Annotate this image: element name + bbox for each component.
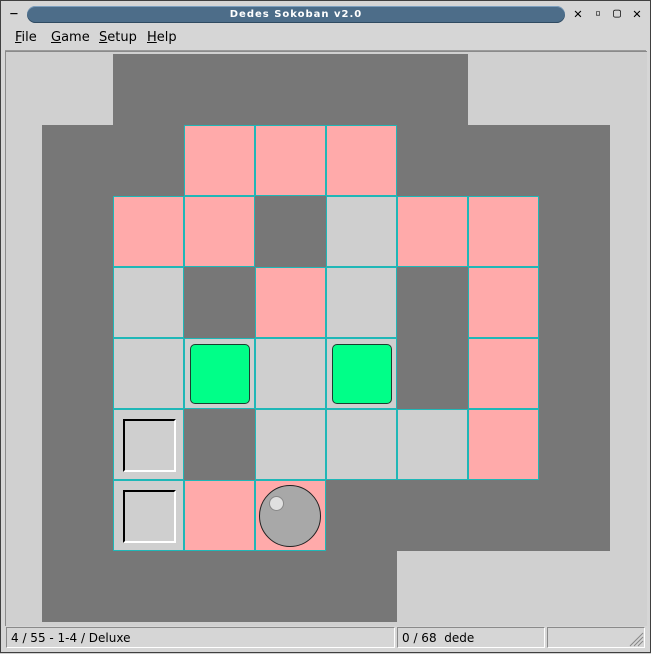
wall-tile — [255, 551, 326, 622]
wall-tile — [397, 267, 468, 338]
goal-tile[interactable] — [255, 125, 326, 196]
wall-tile — [539, 125, 610, 196]
wall-tile — [184, 409, 255, 480]
wall-tile — [255, 196, 326, 267]
floor-tile[interactable] — [397, 409, 468, 480]
wall-tile — [539, 409, 610, 480]
status-empty — [547, 627, 645, 648]
wall-tile — [326, 551, 397, 622]
status-level: 4 / 55 - 1-4 / Deluxe — [6, 627, 395, 648]
wall-tile — [397, 480, 468, 551]
goal-tile[interactable] — [468, 409, 539, 480]
socket-marker — [123, 490, 176, 543]
floor-tile[interactable] — [113, 338, 184, 409]
wall-tile — [184, 54, 255, 125]
status-moves-count: 0 / 68 — [402, 631, 437, 645]
goal-tile[interactable] — [397, 196, 468, 267]
wall-tile — [539, 267, 610, 338]
goal-tile[interactable] — [468, 338, 539, 409]
wall-tile — [326, 54, 397, 125]
wall-tile — [397, 125, 468, 196]
floor-tile[interactable] — [326, 409, 397, 480]
goal-tile[interactable] — [184, 196, 255, 267]
status-bar: 4 / 55 - 1-4 / Deluxe 0 / 68 dede — [5, 626, 646, 650]
wall-tile — [539, 196, 610, 267]
goal-tile[interactable] — [184, 125, 255, 196]
sokoban-board[interactable] — [1, 1, 651, 654]
goal-tile[interactable] — [468, 196, 539, 267]
wall-tile — [42, 267, 113, 338]
floor-tile[interactable] — [184, 338, 255, 409]
status-moves: 0 / 68 dede — [397, 627, 545, 648]
wall-tile — [42, 409, 113, 480]
wall-tile — [184, 551, 255, 622]
wall-tile — [113, 54, 184, 125]
resize-grip-icon[interactable] — [626, 629, 644, 647]
wall-tile — [539, 338, 610, 409]
goal-tile[interactable] — [255, 480, 326, 551]
player-ball[interactable] — [259, 485, 321, 547]
goal-tile[interactable] — [326, 125, 397, 196]
floor-tile[interactable] — [255, 409, 326, 480]
wall-tile — [184, 267, 255, 338]
goal-tile[interactable] — [113, 196, 184, 267]
wall-tile — [42, 338, 113, 409]
status-player: dede — [444, 631, 475, 645]
wall-tile — [468, 480, 539, 551]
wall-tile — [42, 551, 113, 622]
crate[interactable] — [332, 344, 392, 404]
wall-tile — [326, 480, 397, 551]
wall-tile — [468, 125, 539, 196]
wall-tile — [113, 551, 184, 622]
wall-tile — [539, 480, 610, 551]
wall-tile — [42, 125, 113, 196]
wall-tile — [397, 338, 468, 409]
app-window: − Dedes Sokoban v2.0 ✕ ▫ ▢ ✕ File Game S… — [0, 0, 651, 653]
floor-tile[interactable] — [113, 409, 184, 480]
wall-tile — [113, 125, 184, 196]
floor-tile[interactable] — [113, 267, 184, 338]
floor-tile[interactable] — [326, 338, 397, 409]
goal-tile[interactable] — [184, 480, 255, 551]
crate[interactable] — [190, 344, 250, 404]
floor-tile[interactable] — [255, 338, 326, 409]
wall-tile — [255, 54, 326, 125]
goal-tile[interactable] — [255, 267, 326, 338]
wall-tile — [42, 480, 113, 551]
floor-tile[interactable] — [326, 267, 397, 338]
wall-tile — [397, 54, 468, 125]
socket-marker — [123, 419, 176, 472]
player-ball-highlight — [269, 496, 284, 511]
floor-tile[interactable] — [326, 196, 397, 267]
wall-tile — [42, 196, 113, 267]
goal-tile[interactable] — [468, 267, 539, 338]
floor-tile[interactable] — [113, 480, 184, 551]
